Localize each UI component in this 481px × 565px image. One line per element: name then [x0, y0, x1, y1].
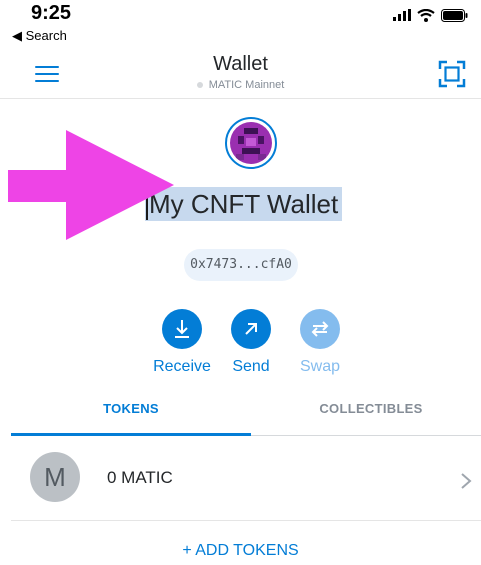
account-avatar[interactable] [225, 117, 277, 169]
status-time: 9:25 [31, 2, 72, 24]
tab-tokens[interactable]: TOKENS [11, 390, 251, 436]
annotation-arrow-icon [8, 130, 174, 240]
status-bar: 9:25 ◀ Search [0, 0, 481, 46]
scan-qr-icon[interactable] [438, 60, 466, 88]
send-button[interactable]: Send [211, 309, 291, 376]
swap-circle [300, 309, 340, 349]
swap-label: Swap [299, 358, 341, 375]
receive-label: Receive [153, 358, 211, 375]
battery-icon [441, 8, 468, 22]
account-name-input[interactable]: My CNFT Wallet [145, 187, 343, 221]
token-list-item[interactable]: M 0 MATIC [11, 438, 481, 521]
network-status-dot [196, 82, 203, 89]
back-to-search-link[interactable]: ◀ Search [12, 28, 67, 44]
download-icon [175, 320, 189, 338]
receive-button[interactable]: Receive [142, 309, 222, 376]
account-address-button[interactable]: 0x7473...cfA0 [184, 249, 298, 281]
swap-button[interactable]: Swap [280, 309, 360, 376]
token-balance: 0 MATIC [107, 468, 173, 487]
network-indicator[interactable]: MATIC Mainnet [0, 79, 481, 91]
page-title: Wallet [213, 53, 268, 75]
chevron-right-icon [461, 473, 472, 489]
tab-collectibles[interactable]: COLLECTIBLES [251, 390, 481, 436]
receive-circle [162, 309, 202, 349]
arrow-up-right-icon [245, 323, 257, 335]
system-icons [393, 6, 468, 24]
active-tab-indicator [11, 433, 251, 436]
signal-icon [393, 9, 411, 21]
wifi-icon [417, 8, 435, 22]
swap-icon [311, 321, 329, 337]
send-circle [231, 309, 271, 349]
wallet-header: Wallet MATIC Mainnet [0, 46, 481, 99]
send-label: Send [232, 358, 270, 375]
add-tokens-button[interactable]: + ADD TOKENS [0, 542, 481, 560]
identicon [230, 122, 272, 164]
asset-tabs: TOKENS COLLECTIBLES [11, 390, 481, 438]
token-avatar: M [30, 452, 80, 502]
network-name: MATIC Mainnet [208, 79, 285, 91]
